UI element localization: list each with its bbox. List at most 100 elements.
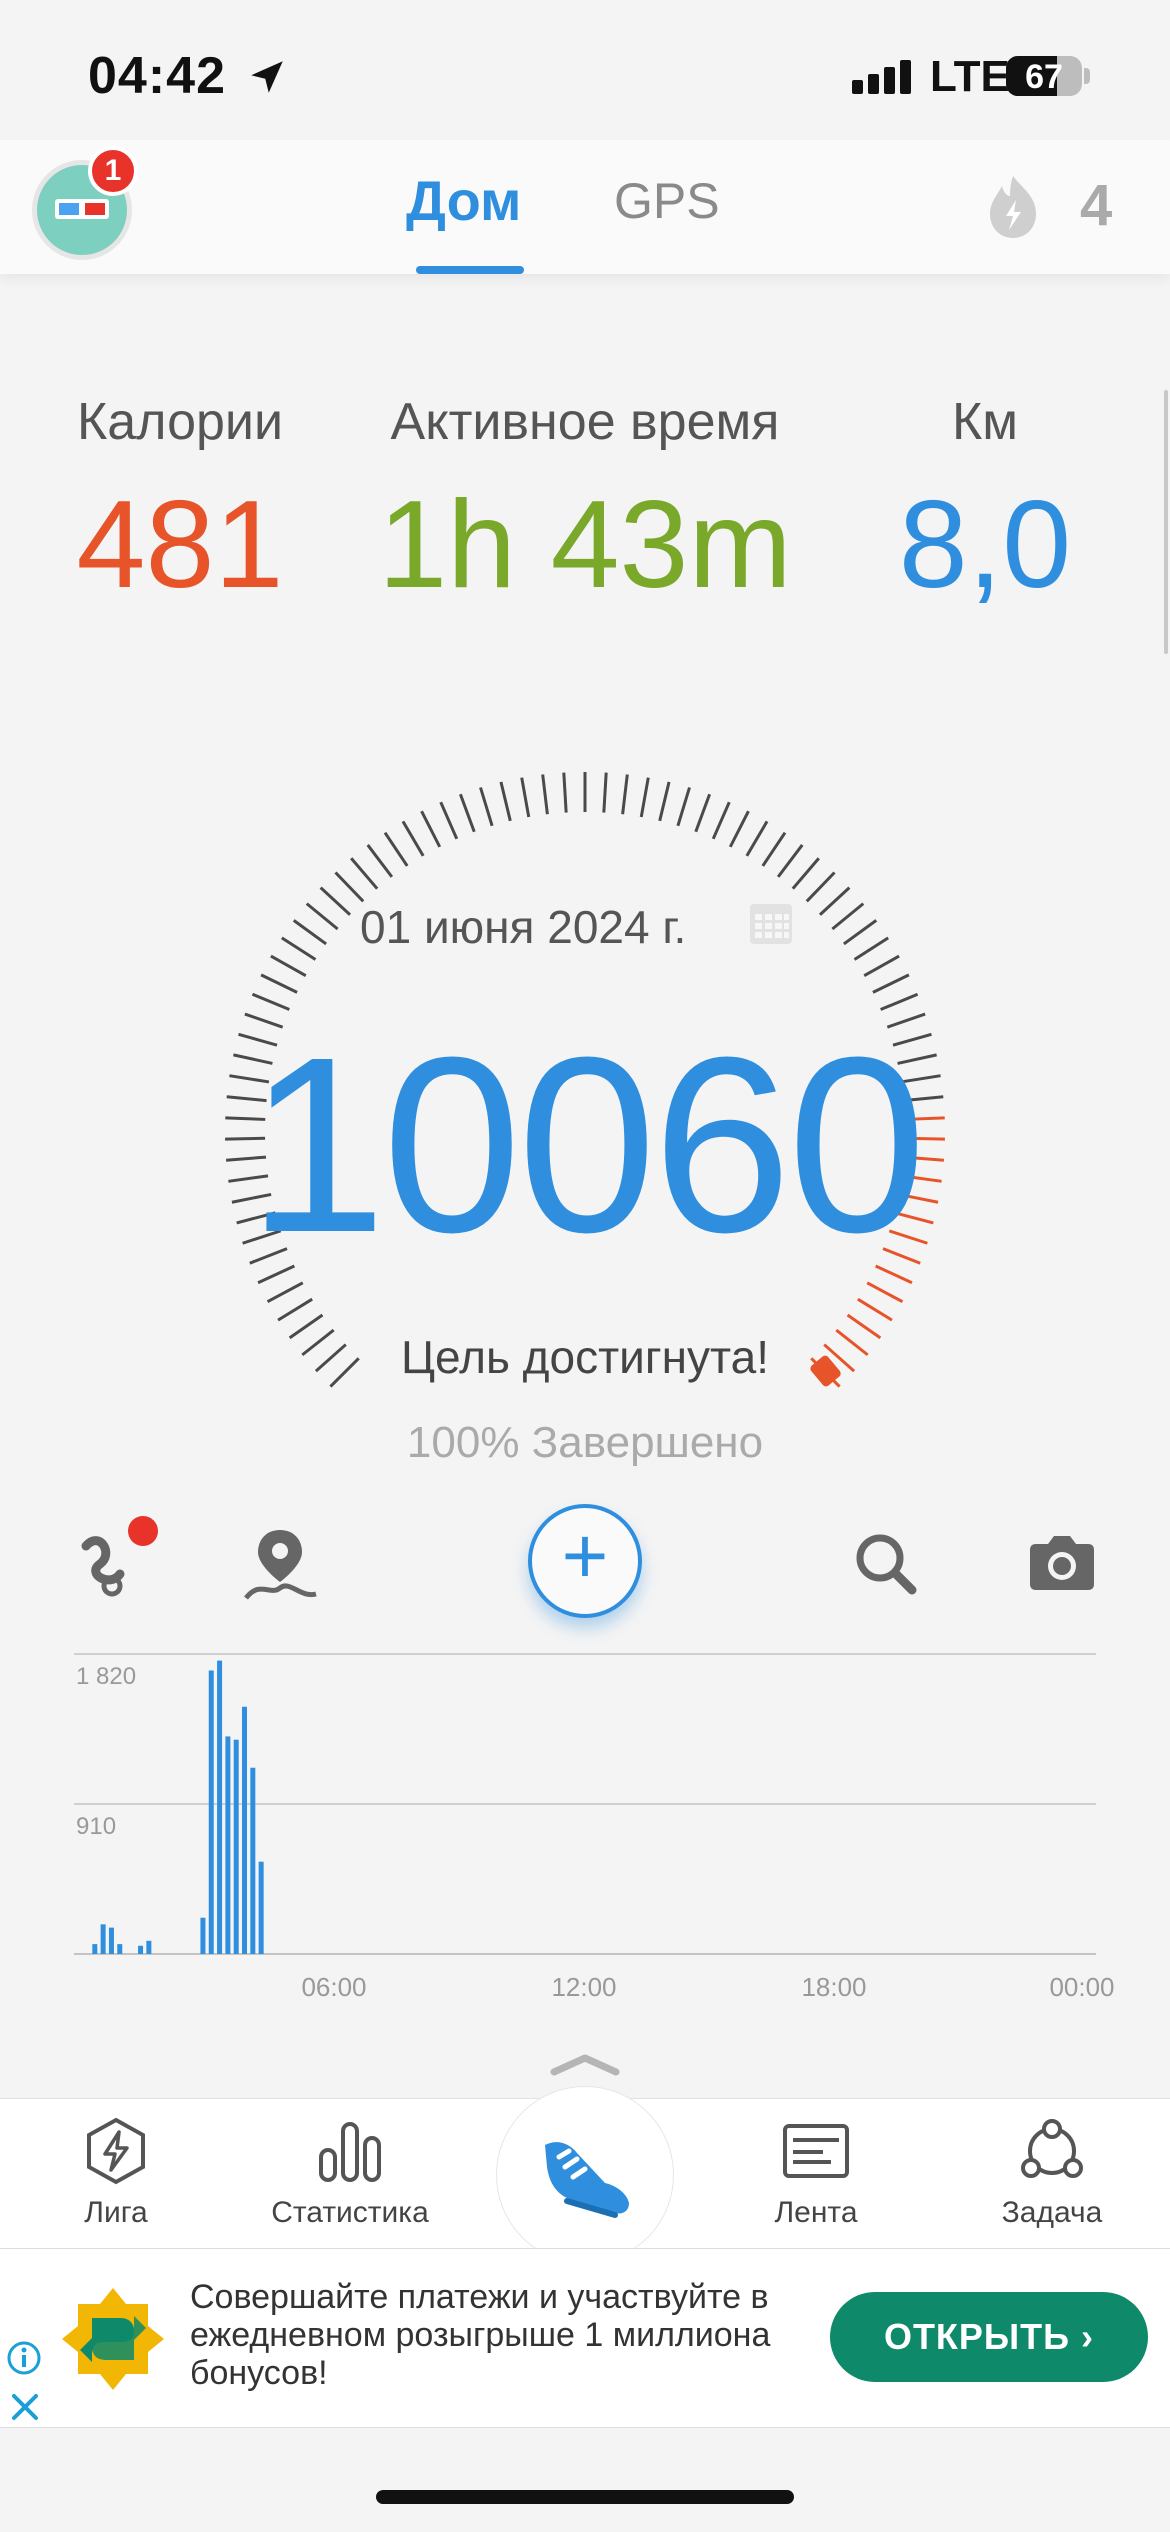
- league-icon: [87, 2117, 145, 2185]
- feed-icon: [783, 2124, 849, 2178]
- camera-icon[interactable]: [1022, 1524, 1102, 1604]
- gauge-tick: [857, 1297, 893, 1322]
- gauge-tick: [676, 787, 691, 827]
- task-icon: [1021, 2119, 1083, 2178]
- gauge-tick: [280, 936, 317, 961]
- gauge-tick: [831, 902, 865, 931]
- gauge-tick: [818, 886, 851, 916]
- gauge-tick: [761, 831, 787, 867]
- streak-count: 4: [1080, 173, 1113, 238]
- chart-bar: [208, 1670, 214, 1954]
- nav-task[interactable]: Задача: [952, 2116, 1152, 2230]
- gauge-tick: [499, 781, 512, 822]
- chart-bar: [217, 1660, 223, 1954]
- gauge-tick: [401, 820, 425, 857]
- signal-icon: [852, 60, 916, 94]
- hourly-steps-chart: 1 820 910 06:00 12:00 18:00 00:00: [74, 1653, 1115, 2002]
- chevron-right-icon: ›: [1081, 2316, 1095, 2357]
- gauge-tick: [866, 1281, 904, 1304]
- home-indicator: [376, 2490, 794, 2504]
- gauge-tick: [562, 772, 568, 813]
- info-icon[interactable]: [6, 2340, 42, 2376]
- nav-walk[interactable]: [496, 2086, 674, 2264]
- calendar-icon[interactable]: [746, 898, 796, 948]
- gauge-tick: [439, 801, 459, 840]
- ad-logo: [62, 2288, 164, 2390]
- close-icon[interactable]: [8, 2390, 42, 2424]
- chart-bar: [242, 1706, 248, 1954]
- x-tick-label: 12:00: [551, 1972, 616, 2002]
- nav-label: Лента: [774, 2196, 858, 2229]
- search-icon[interactable]: [846, 1524, 926, 1604]
- map-pin-icon[interactable]: [240, 1524, 320, 1604]
- ad-text: Совершайте платежи и участвуйте в ежедне…: [190, 2278, 771, 2393]
- gauge-tick: [872, 973, 910, 994]
- gauge-tick: [305, 902, 339, 931]
- gauge-tick: [292, 919, 327, 946]
- chevron-up-icon[interactable]: [550, 2052, 620, 2076]
- gauge-tick: [334, 871, 365, 903]
- gauge-tick: [658, 781, 671, 822]
- step-count: 10060: [247, 1005, 926, 1284]
- chart-bar: [146, 1940, 152, 1954]
- gauge-tick: [350, 857, 379, 890]
- gauge-tick: [694, 793, 712, 833]
- status-time: 04:42: [88, 47, 226, 105]
- gauge-tick: [319, 886, 352, 916]
- gauge-tick: [621, 774, 629, 815]
- chart-bar: [117, 1944, 123, 1954]
- gauge-tick: [639, 777, 650, 818]
- gauge-tick: [383, 831, 409, 867]
- notification-badge: 1: [88, 146, 138, 196]
- gauge-tick: [266, 1281, 304, 1304]
- tab-home[interactable]: Дом: [406, 168, 521, 233]
- gauge-tick: [541, 774, 549, 815]
- gauge-tick: [728, 810, 750, 848]
- battery-level: 67: [1025, 58, 1063, 96]
- ad-open-label: ОТКРЫТЬ: [883, 2316, 1071, 2357]
- x-tick-label: 18:00: [801, 1972, 866, 2002]
- completion-percent: 100% Завершено: [406, 1418, 764, 1467]
- active-time-value: 1h 43m: [378, 476, 792, 614]
- chart-bar: [108, 1927, 114, 1954]
- nav-feed[interactable]: Лента: [716, 2116, 916, 2230]
- battery-icon: 67: [1006, 56, 1082, 96]
- distance-value: 8,0: [898, 476, 1072, 614]
- nav-label: Задача: [1001, 2196, 1103, 2229]
- ad-open-button[interactable]: ОТКРЫТЬ ›: [830, 2292, 1148, 2382]
- chart-bar: [250, 1767, 256, 1954]
- stats-icon: [319, 2122, 381, 2182]
- nav-label: Лига: [84, 2196, 148, 2229]
- gauge-tick: [366, 844, 394, 878]
- flame-icon[interactable]: [978, 172, 1048, 242]
- gauge-tick: [791, 857, 820, 890]
- nav-label: Статистика: [271, 2196, 429, 2229]
- gauge-tick: [260, 973, 298, 994]
- gauge-tick: [520, 777, 531, 818]
- chart-bar: [100, 1924, 106, 1954]
- chart-bar: [92, 1944, 98, 1954]
- gauge-tick: [458, 793, 476, 833]
- nav-league[interactable]: Лига: [16, 2116, 216, 2230]
- active-time-label: Активное время: [390, 393, 780, 451]
- tab-gps[interactable]: GPS: [614, 172, 720, 230]
- gauge-tick: [745, 820, 769, 857]
- chart-bar: [138, 1945, 144, 1954]
- chart-bar: [233, 1739, 239, 1954]
- y-tick-label: 910: [76, 1813, 116, 1840]
- calories-label: Калории: [76, 393, 284, 451]
- shoe-icon: [545, 2142, 629, 2218]
- add-button[interactable]: +: [528, 1504, 642, 1618]
- chart-bar: [200, 1917, 206, 1954]
- gauge-tick: [602, 772, 608, 813]
- nav-statistics[interactable]: Статистика: [250, 2116, 450, 2230]
- route-notification-dot: [128, 1516, 158, 1546]
- gauge-tick: [420, 810, 442, 848]
- x-tick-label: 06:00: [301, 1972, 366, 2002]
- gauge-tick: [776, 844, 804, 878]
- goal-status: Цель достигнута!: [401, 1331, 769, 1383]
- distance-label: Км: [951, 393, 1019, 451]
- date-label[interactable]: 01 июня 2024 г.: [360, 900, 686, 954]
- gauge-tick: [843, 919, 878, 946]
- gauge-tick: [853, 936, 890, 961]
